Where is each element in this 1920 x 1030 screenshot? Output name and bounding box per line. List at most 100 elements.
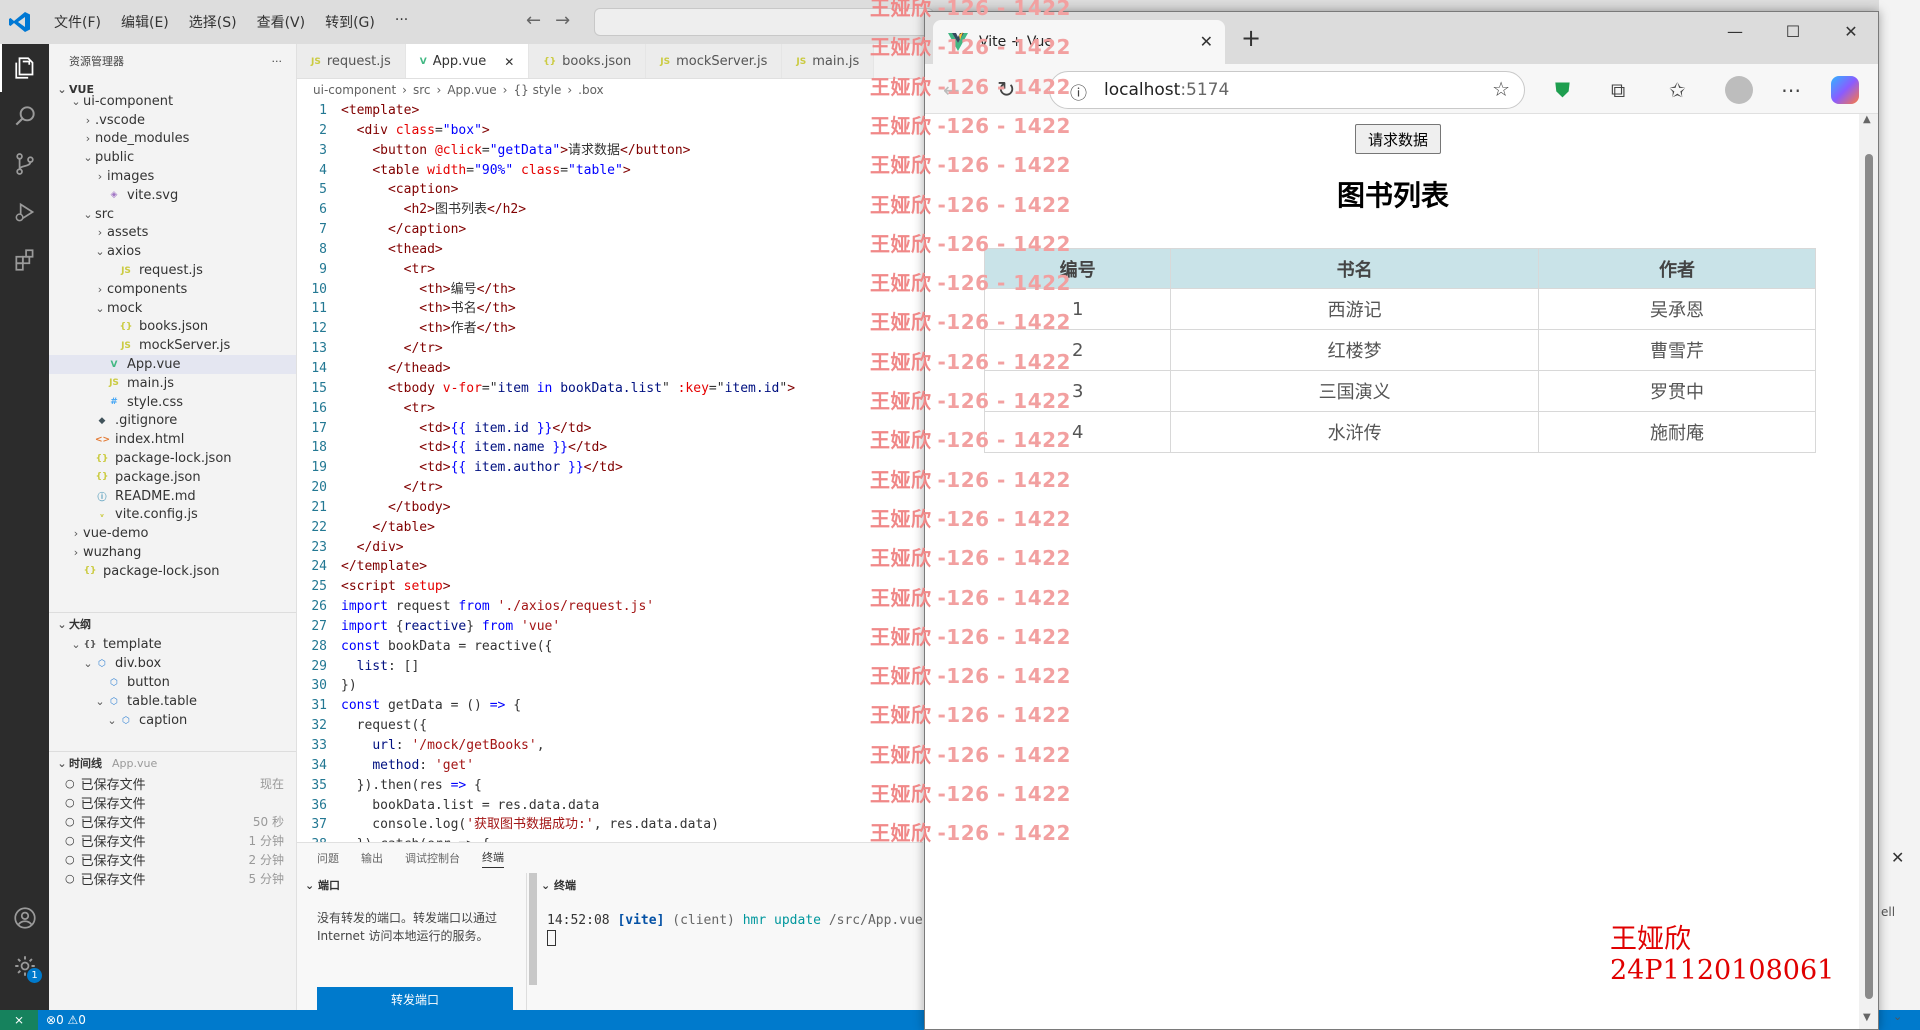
terminal-view[interactable]: ⌄ 终端 14:52:08 [vite] (client) hmr update… xyxy=(541,873,923,1011)
menu-item[interactable]: 转到(G) xyxy=(325,12,375,32)
breadcrumb-item[interactable]: App.vue xyxy=(447,83,496,97)
editor-tab[interactable]: JS mockServer.js xyxy=(646,44,783,78)
code-text: url: '/mock/getBooks', xyxy=(341,736,544,756)
tree-item[interactable]: ◆ .gitignore xyxy=(49,412,296,431)
activity-bar: 1 xyxy=(0,44,49,1010)
menu-item[interactable]: 选择(S) xyxy=(189,12,237,32)
breadcrumb-item[interactable]: .box xyxy=(578,83,604,97)
shield-extension-icon[interactable]: ⛊ xyxy=(1555,78,1570,102)
tree-item[interactable]: › images xyxy=(49,167,296,186)
tree-item[interactable]: ⌄ ⬡ table.table xyxy=(49,692,296,711)
tree-item[interactable]: › .vscode xyxy=(49,111,296,130)
search-icon[interactable] xyxy=(0,92,49,140)
source-control-icon[interactable] xyxy=(0,140,49,188)
timeline-item[interactable]: ○ 已保存文件 50 秒 xyxy=(49,812,296,831)
copilot-icon[interactable] xyxy=(1831,76,1859,104)
panel-tab[interactable]: 调试控制台 xyxy=(405,850,460,866)
tree-item[interactable]: › node_modules xyxy=(49,130,296,149)
extensions-puzzle-icon[interactable]: ⧉ xyxy=(1611,78,1625,102)
close-tab-icon[interactable]: ✕ xyxy=(1200,32,1213,51)
run-debug-icon[interactable] xyxy=(0,188,49,236)
tree-item[interactable]: › vue-demo xyxy=(49,524,296,543)
favorite-star-icon[interactable]: ☆ xyxy=(1492,77,1510,101)
explorer-more-button[interactable]: ··· xyxy=(272,55,283,68)
settings-gear-icon[interactable]: 1 xyxy=(0,942,49,990)
address-bar[interactable]: ⓘ localhost:5174 ☆ xyxy=(1049,71,1525,109)
panel-tab[interactable]: 终端 xyxy=(482,849,504,868)
tree-item[interactable]: JS mockServer.js xyxy=(49,336,296,355)
explorer-icon[interactable] xyxy=(0,44,49,92)
panel-scrollbar[interactable] xyxy=(529,873,537,985)
tree-item[interactable]: ⌄ public xyxy=(49,148,296,167)
editor-tab[interactable]: JS main.js xyxy=(782,44,875,78)
timeline-item[interactable]: ○ 已保存文件 现在 xyxy=(49,774,296,793)
extensions-icon[interactable] xyxy=(0,236,49,284)
tree-item[interactable]: ⌄{} template xyxy=(49,635,296,654)
tree-item[interactable]: ⓘ README.md xyxy=(49,487,296,506)
tree-item[interactable]: ⌄ src xyxy=(49,205,296,224)
editor-tab[interactable]: V App.vue ✕ xyxy=(405,44,530,78)
outline-section[interactable]: ⌄ 大纲 xyxy=(49,613,296,635)
menu-item[interactable]: 文件(F) xyxy=(54,12,101,32)
editor-tab[interactable]: {} books.json xyxy=(529,44,647,78)
tree-item[interactable]: ⌄ ⬡ div.box xyxy=(49,654,296,673)
watermark-code: -126 - 1422 xyxy=(937,664,1071,689)
remote-indicator[interactable]: ⨯ xyxy=(0,1010,38,1030)
minimize-icon[interactable]: — xyxy=(1706,12,1764,52)
breadcrumb-item[interactable]: ui-component xyxy=(313,83,396,97)
tree-item[interactable]: <> index.html xyxy=(49,430,296,449)
close-window-icon[interactable]: ✕ xyxy=(1822,12,1878,52)
maximize-icon[interactable]: ☐ xyxy=(1764,12,1822,52)
tree-item[interactable]: {} package-lock.json xyxy=(49,562,296,581)
tree-item[interactable]: ⌄ mock xyxy=(49,299,296,318)
tree-item[interactable]: V App.vue xyxy=(49,355,296,374)
close-icon[interactable]: ✕ xyxy=(1891,848,1904,867)
account-icon[interactable] xyxy=(0,894,49,942)
request-data-button[interactable]: 请求数据 xyxy=(1355,124,1441,154)
code-view[interactable]: 1 <template> 2 <div class="box"> 3 <button … xyxy=(297,101,923,842)
tree-item[interactable]: ⌄ ⬡ caption xyxy=(49,711,296,730)
tree-item[interactable]: › wuzhang xyxy=(49,543,296,562)
tree-item[interactable]: {} books.json xyxy=(49,318,296,337)
timeline-section[interactable]: ⌄ 时间线 App.vue xyxy=(49,752,296,774)
page-scrollbar[interactable]: ▲ ▼ xyxy=(1859,114,1878,1029)
menu-item[interactable]: 编辑(E) xyxy=(121,12,169,32)
editor-tab[interactable]: JS request.js xyxy=(297,44,406,78)
tree-item[interactable]: ◈ vite.svg xyxy=(49,186,296,205)
favorites-icon[interactable]: ✩ xyxy=(1669,78,1686,102)
timeline-item[interactable]: ○ 已保存文件 xyxy=(49,793,296,812)
more-menu-icon[interactable]: ⋯ xyxy=(1781,78,1801,102)
tree-item[interactable]: ⌄ axios xyxy=(49,242,296,261)
timeline-item[interactable]: ○ 已保存文件 5 分钟 xyxy=(49,869,296,888)
tree-item-label: images xyxy=(107,169,155,185)
watermark-name: 王娅欣 xyxy=(870,546,932,571)
scroll-down-icon[interactable]: ▼ xyxy=(1863,1012,1871,1023)
panel-tab[interactable]: 问题 xyxy=(317,850,339,866)
profile-avatar-icon[interactable] xyxy=(1725,76,1753,104)
tree-item[interactable]: JS request.js xyxy=(49,261,296,280)
tree-item[interactable]: ⬡ button xyxy=(49,673,296,692)
scroll-thumb[interactable] xyxy=(1865,154,1873,999)
tree-item[interactable]: {} package.json xyxy=(49,468,296,487)
forward-arrow-icon[interactable]: → xyxy=(555,10,584,31)
panel-tab[interactable]: 输出 xyxy=(361,850,383,866)
problems-status[interactable]: ⊗0 ⚠0 xyxy=(46,1013,86,1027)
menu-item[interactable]: ··· xyxy=(395,12,408,32)
tree-item[interactable]: {} package-lock.json xyxy=(49,449,296,468)
timeline-item[interactable]: ○ 已保存文件 2 分钟 xyxy=(49,850,296,869)
breadcrumb-item[interactable]: {} style xyxy=(513,83,561,97)
new-tab-icon[interactable]: + xyxy=(1241,24,1261,52)
tree-item[interactable]: JS main.js xyxy=(49,374,296,393)
breadcrumb-item[interactable]: src xyxy=(413,83,431,97)
tree-item[interactable]: # style.css xyxy=(49,393,296,412)
scroll-up-icon[interactable]: ▲ xyxy=(1863,114,1871,125)
tree-item[interactable]: › components xyxy=(49,280,296,299)
close-tab-icon[interactable]: ✕ xyxy=(504,55,514,69)
chevron-down-icon[interactable]: ⌄ xyxy=(1893,1010,1902,1023)
tree-item[interactable]: ⌄ ui-component xyxy=(49,92,296,111)
tree-item[interactable]: ᵥ vite.config.js xyxy=(49,506,296,525)
back-arrow-icon[interactable]: ← xyxy=(526,10,555,31)
menu-item[interactable]: 查看(V) xyxy=(257,12,306,32)
timeline-item[interactable]: ○ 已保存文件 1 分钟 xyxy=(49,831,296,850)
tree-item[interactable]: › assets xyxy=(49,224,296,243)
